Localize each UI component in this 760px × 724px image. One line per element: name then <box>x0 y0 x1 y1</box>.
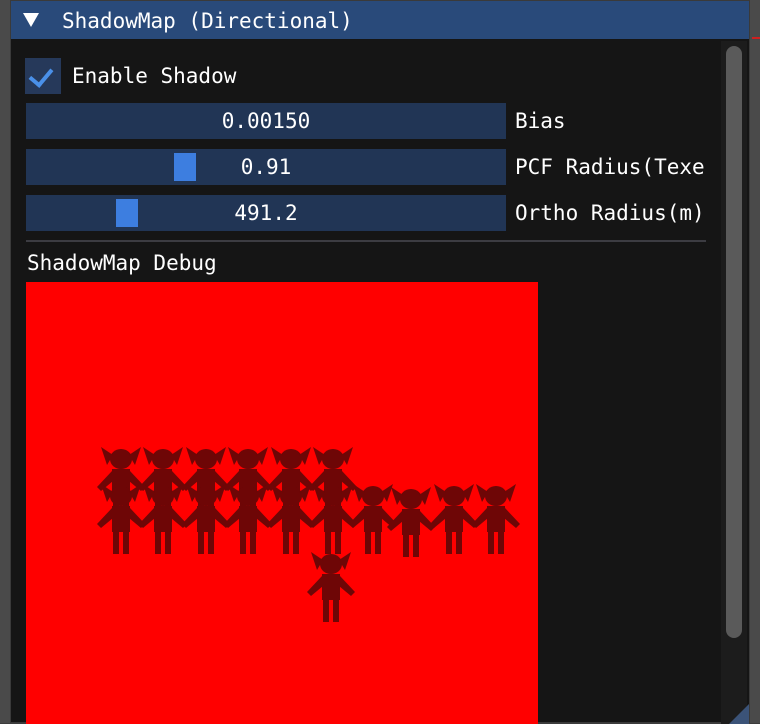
bias-label: Bias <box>515 109 566 133</box>
triangle-down-icon[interactable] <box>23 13 39 27</box>
bias-slider[interactable]: 0.00150 <box>26 103 506 139</box>
background-panel-right <box>750 0 760 723</box>
window-title: ShadowMap (Directional) <box>62 9 353 33</box>
shadow-figure <box>387 487 435 557</box>
shadow-figure <box>224 484 272 554</box>
ortho-radius-label: Ortho Radius(m) <box>515 201 705 225</box>
shadow-figure <box>309 484 357 554</box>
ortho-radius-value: 491.2 <box>234 201 298 225</box>
enable-shadow-checkbox[interactable] <box>25 58 61 94</box>
shadowmap-debug-heading: ShadowMap Debug <box>27 251 217 275</box>
shadow-figure <box>267 484 315 554</box>
checkmark-icon <box>28 62 54 88</box>
pcf-radius-slider[interactable]: 0.91 <box>26 149 506 185</box>
shadow-figure <box>139 484 187 554</box>
scrollbar-thumb[interactable] <box>726 46 742 638</box>
resize-grip-icon[interactable] <box>729 704 749 724</box>
shadow-silhouettes <box>97 447 520 622</box>
shadowmap-window: ShadowMap (Directional) Enable Shadow 0.… <box>10 0 750 724</box>
shadow-figure <box>349 484 397 554</box>
background-panel-left <box>0 0 10 723</box>
vertical-scrollbar[interactable] <box>721 41 747 724</box>
background-marker <box>752 37 760 39</box>
shadow-figure <box>307 552 355 622</box>
shadow-figure <box>430 484 478 554</box>
pcf-radius-value: 0.91 <box>240 155 292 179</box>
bias-value: 0.00150 <box>221 109 311 133</box>
shadowmap-debug-image <box>26 282 538 724</box>
shadow-figure <box>182 484 230 554</box>
ortho-radius-slider[interactable]: 491.2 <box>26 195 506 231</box>
window-title-bar[interactable]: ShadowMap (Directional) <box>11 1 749 39</box>
pcf-radius-label: PCF Radius(Texe <box>515 155 705 179</box>
shadow-figure <box>97 484 145 554</box>
shadow-figure <box>472 484 520 554</box>
enable-shadow-label[interactable]: Enable Shadow <box>72 63 236 89</box>
separator <box>26 240 706 242</box>
